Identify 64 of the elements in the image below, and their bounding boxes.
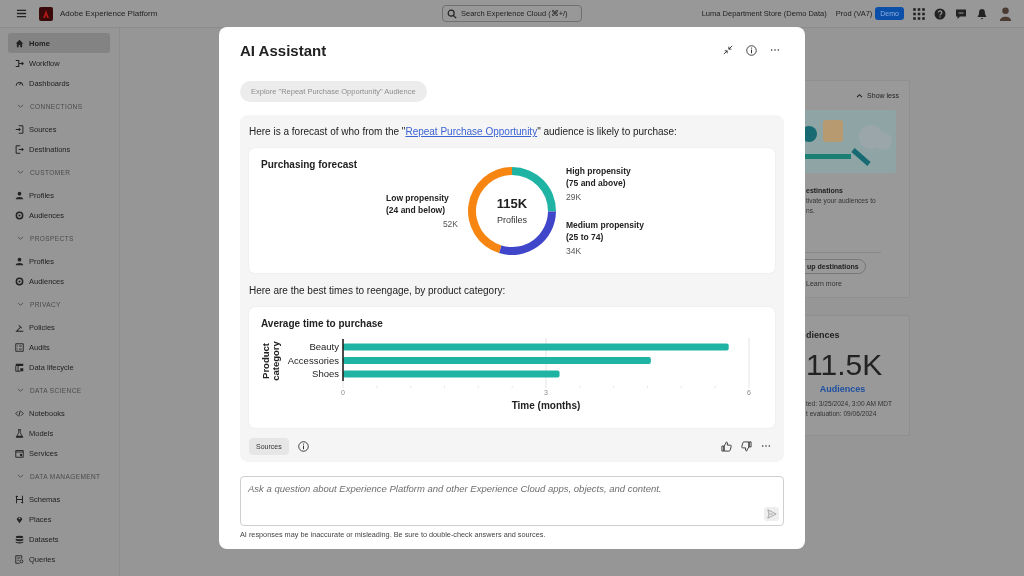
- category-label: Accessories: [287, 354, 339, 366]
- table-icon: [15, 362, 24, 372]
- response-text: Here are the best times to reengage, by product category:: [249, 284, 507, 298]
- legend-label: Medium propensity (25 to 74): [566, 219, 645, 243]
- code-icon: [15, 408, 24, 418]
- bell-icon[interactable]: [976, 7, 988, 20]
- card-title: diences: [806, 330, 840, 340]
- query-icon: [15, 554, 24, 564]
- total-value: 115K: [496, 196, 528, 211]
- collapse-arrows-icon[interactable]: [723, 45, 733, 55]
- chevron-icon[interactable]: [17, 387, 24, 393]
- person-icon: [15, 256, 24, 266]
- question-input[interactable]: Ask a question about Experience Platform and other Experience Cloud apps, objects, and content.: [240, 476, 784, 526]
- list-icon: [15, 342, 24, 352]
- app-title: Adobe Experience Platform: [60, 9, 158, 18]
- chevron-icon[interactable]: [17, 169, 24, 175]
- response-text: Here is a forecast of who from the "Repeat Purchase Opportunity" audience is likely to purchase:: [249, 125, 678, 139]
- more-icon[interactable]: [761, 444, 771, 448]
- dialog-title: AI Assistant: [240, 41, 327, 59]
- thumbs-down-icon[interactable]: [741, 440, 752, 452]
- help-icon[interactable]: [934, 7, 946, 20]
- avatar-icon[interactable]: [999, 5, 1012, 22]
- legend-value: 52K: [442, 219, 458, 229]
- category-label: Shoes: [312, 368, 339, 379]
- exit-icon: [15, 144, 24, 154]
- feedback-icon[interactable]: [955, 7, 967, 20]
- chevron-icon[interactable]: [17, 301, 24, 307]
- target-icon: [15, 276, 24, 286]
- legend-label: Low propensity (24 and below): [386, 192, 450, 216]
- chevron-icon[interactable]: [17, 103, 24, 109]
- workflow-icon: [15, 58, 24, 68]
- audience-count: 11.5K: [806, 349, 883, 381]
- search-icon: [447, 9, 457, 19]
- chart-title: Average time to purchase: [261, 318, 383, 329]
- chart-title: Purchasing forecast: [261, 159, 358, 170]
- gavel-icon: [15, 322, 24, 332]
- axis-title: Time (months): [511, 400, 581, 411]
- menu-icon[interactable]: [16, 8, 27, 19]
- window-icon: [15, 448, 24, 458]
- caret-icon: [856, 93, 864, 98]
- home-icon: [15, 38, 24, 48]
- axis-title: Product category: [260, 341, 281, 381]
- pin-icon: [15, 514, 24, 524]
- legend-label: High propensity (75 and above): [566, 165, 632, 189]
- audience-link[interactable]: Repeat Purchase Opportunity: [405, 126, 538, 137]
- legend-value: 34K: [566, 246, 583, 256]
- target-icon: [15, 210, 24, 220]
- chevron-icon[interactable]: [17, 235, 24, 241]
- send-icon: [766, 509, 777, 519]
- database-icon: [15, 534, 24, 544]
- thumbs-up-icon[interactable]: [721, 440, 732, 452]
- chevron-icon[interactable]: [17, 473, 24, 479]
- info-icon[interactable]: [746, 44, 757, 56]
- enter-icon: [15, 124, 24, 134]
- apps-grid-icon[interactable]: [913, 7, 925, 20]
- info-icon[interactable]: [297, 440, 309, 452]
- category-label: Beauty: [309, 341, 339, 352]
- more-icon[interactable]: [770, 48, 780, 52]
- total-label: Profiles: [497, 215, 527, 225]
- legend-value: 29K: [566, 192, 583, 202]
- person-icon: [15, 190, 24, 200]
- schema-icon: [15, 494, 24, 504]
- flask-icon: [15, 428, 24, 438]
- app-logo-icon: [39, 6, 53, 21]
